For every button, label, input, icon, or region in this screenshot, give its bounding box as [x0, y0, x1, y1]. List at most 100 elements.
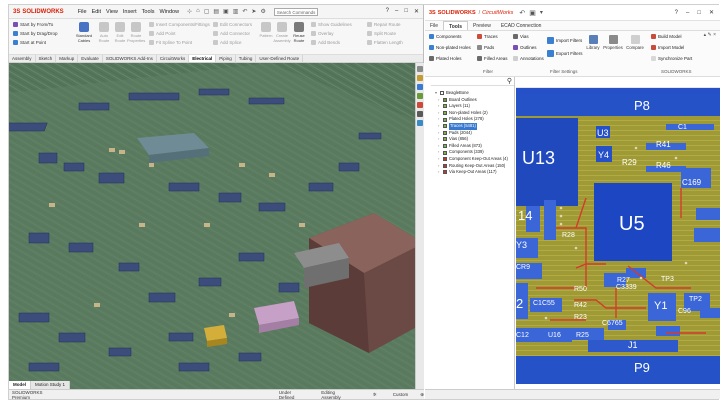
- filter-outlines[interactable]: Outlines: [513, 45, 537, 50]
- fit-spline-button[interactable]: Fit Spline To Point: [149, 38, 210, 47]
- export-filters-button[interactable]: Export Filters: [547, 50, 583, 57]
- tab-motion-study[interactable]: Motion Study 1: [31, 381, 71, 389]
- new-document-icon[interactable]: ▢: [204, 8, 210, 15]
- expand-arrow-icon[interactable]: ›: [438, 123, 441, 130]
- quick-access-dropdown-icon[interactable]: ▾: [540, 9, 543, 16]
- menu-insert[interactable]: Insert: [123, 9, 137, 15]
- expand-arrow-icon[interactable]: ›: [438, 130, 441, 137]
- undo-icon[interactable]: ↶: [242, 8, 247, 15]
- filter-annotations[interactable]: Annotations: [513, 56, 544, 61]
- pcb-2d-preview[interactable]: P8 U13 U3 Y4 R29 R41 C1 R46 C169 U5 14 R…: [516, 88, 720, 384]
- expand-arrow-icon[interactable]: ▾: [435, 90, 438, 97]
- tab-markup[interactable]: Markup: [56, 55, 79, 62]
- show-guidelines-button[interactable]: Show Guidelines: [311, 20, 352, 29]
- tab-piping[interactable]: Piping: [216, 55, 236, 62]
- maximize-button[interactable]: □: [697, 10, 701, 16]
- tree-item[interactable]: › Via Keep-Out Areas (117): [431, 169, 514, 176]
- home-icon[interactable]: ⌂: [196, 8, 200, 15]
- synchronize-part-button[interactable]: Synchronize Part: [651, 56, 692, 61]
- menu-view[interactable]: View: [106, 9, 118, 15]
- expand-arrow-icon[interactable]: ›: [438, 169, 441, 176]
- tab-model[interactable]: Model: [9, 381, 31, 389]
- tree-item[interactable]: › Layers (11): [431, 103, 514, 110]
- route-properties-button[interactable]: Route Properties: [127, 21, 145, 43]
- tree-item[interactable]: › Non-plated Holes (2): [431, 110, 514, 117]
- start-from-to-button[interactable]: Start by From/To: [13, 20, 58, 29]
- open-icon[interactable]: ▤: [213, 8, 219, 15]
- create-assembly-button[interactable]: Create Assembly: [273, 21, 291, 43]
- insert-components-button[interactable]: Insert Components/Fittings: [149, 20, 210, 29]
- pin-icon[interactable]: ⊹: [187, 8, 192, 15]
- expand-arrow-icon[interactable]: ›: [438, 136, 441, 143]
- tab-preview[interactable]: Preview: [468, 21, 496, 30]
- tab-tools[interactable]: Tools: [443, 21, 469, 30]
- view-palette-icon[interactable]: [417, 93, 423, 99]
- filter-pads[interactable]: Pads: [477, 45, 494, 50]
- expand-arrow-icon[interactable]: ›: [438, 103, 441, 110]
- minimize-button[interactable]: –: [686, 10, 689, 16]
- minimize-button[interactable]: –: [395, 8, 398, 15]
- menu-tools[interactable]: Tools: [142, 9, 155, 15]
- solidworks-forum-icon[interactable]: [417, 120, 423, 126]
- help-icon[interactable]: ?: [675, 10, 678, 16]
- tree-item[interactable]: › Component Keep-Out Areas (4): [431, 156, 514, 163]
- tree-item[interactable]: › Routing Keep-Out Areas (150): [431, 163, 514, 170]
- resources-icon[interactable]: [417, 66, 423, 72]
- filter-filled-areas[interactable]: Filled Areas: [477, 56, 508, 61]
- tree-item[interactable]: › Pads (2044): [431, 130, 514, 137]
- expand-arrow-icon[interactable]: ›: [438, 163, 441, 170]
- tab-ecad-connection[interactable]: ECAD Connection: [496, 21, 547, 30]
- expand-arrow-icon[interactable]: ›: [438, 116, 441, 123]
- add-splice-button[interactable]: Add Splice: [213, 38, 252, 47]
- close-button[interactable]: ✕: [709, 9, 714, 16]
- tree-item[interactable]: › Vias (856): [431, 136, 514, 143]
- standard-cables-button[interactable]: Standard Cables: [75, 21, 93, 43]
- help-icon[interactable]: ?: [386, 8, 389, 15]
- ribbon-options[interactable]: ▴ ✎ ×: [704, 32, 716, 38]
- add-bends-button[interactable]: Add Bends: [311, 38, 352, 47]
- tree-item[interactable]: › Traces (5481): [431, 122, 514, 130]
- tab-sketch[interactable]: Sketch: [36, 55, 57, 62]
- custom-properties-icon[interactable]: [417, 111, 423, 117]
- edit-connectors-button[interactable]: Edit Connectors: [213, 20, 252, 29]
- start-drag-drop-button[interactable]: Start by Drag/Drop: [13, 29, 58, 38]
- tree-item[interactable]: › Board Outlines: [431, 97, 514, 104]
- menu-file[interactable]: File: [78, 9, 87, 15]
- help-status-icon[interactable]: ⊕: [420, 392, 424, 398]
- repair-route-button[interactable]: Repair Route: [367, 20, 403, 29]
- filter-plated-holes[interactable]: Plated Holes: [429, 56, 462, 61]
- rebuild-icon[interactable]: ⚙: [260, 8, 265, 15]
- tree-item[interactable]: › Components (339): [431, 149, 514, 156]
- filter-vias[interactable]: Vias: [513, 34, 529, 39]
- library-button[interactable]: Library: [583, 33, 603, 50]
- filter-non-plated-holes[interactable]: Non-plated Holes: [429, 45, 471, 50]
- add-connector-button[interactable]: Add Connector: [213, 29, 252, 38]
- search-commands-input[interactable]: Search Commands: [273, 7, 318, 16]
- select-icon[interactable]: ➤: [251, 8, 256, 15]
- maximize-button[interactable]: □: [404, 8, 408, 15]
- save-icon[interactable]: ▣: [529, 9, 536, 17]
- expand-arrow-icon[interactable]: ›: [438, 97, 441, 104]
- expand-arrow-icon[interactable]: ›: [438, 156, 441, 163]
- tree-item[interactable]: › Filled Areas (873): [431, 143, 514, 150]
- reuse-route-button[interactable]: Reuse Route: [290, 21, 308, 43]
- appearances-icon[interactable]: [417, 102, 423, 108]
- undo-icon[interactable]: ↶: [519, 9, 525, 17]
- properties-button[interactable]: Properties: [603, 33, 623, 50]
- tab-addins[interactable]: SOLIDWORKS Add-Ins: [103, 55, 157, 62]
- close-button[interactable]: ✕: [414, 8, 419, 15]
- filter-components[interactable]: Components: [429, 34, 462, 39]
- 3d-viewport[interactable]: [9, 63, 424, 389]
- tab-user-defined-route[interactable]: User-Defined Route: [256, 55, 304, 62]
- file-explorer-icon[interactable]: [417, 84, 423, 90]
- print-icon[interactable]: ▥: [233, 8, 239, 15]
- expand-arrow-icon[interactable]: ›: [438, 110, 441, 117]
- start-at-point-button[interactable]: Start at Point: [13, 38, 58, 47]
- overlay-button[interactable]: Overlay: [311, 29, 352, 38]
- import-model-button[interactable]: Import Model: [651, 45, 684, 50]
- menu-edit[interactable]: Edit: [92, 9, 101, 15]
- tab-electrical[interactable]: Electrical: [189, 55, 217, 62]
- filter-traces[interactable]: Traces: [477, 34, 498, 39]
- tab-evaluate[interactable]: Evaluate: [78, 55, 103, 62]
- expand-arrow-icon[interactable]: ›: [438, 149, 441, 156]
